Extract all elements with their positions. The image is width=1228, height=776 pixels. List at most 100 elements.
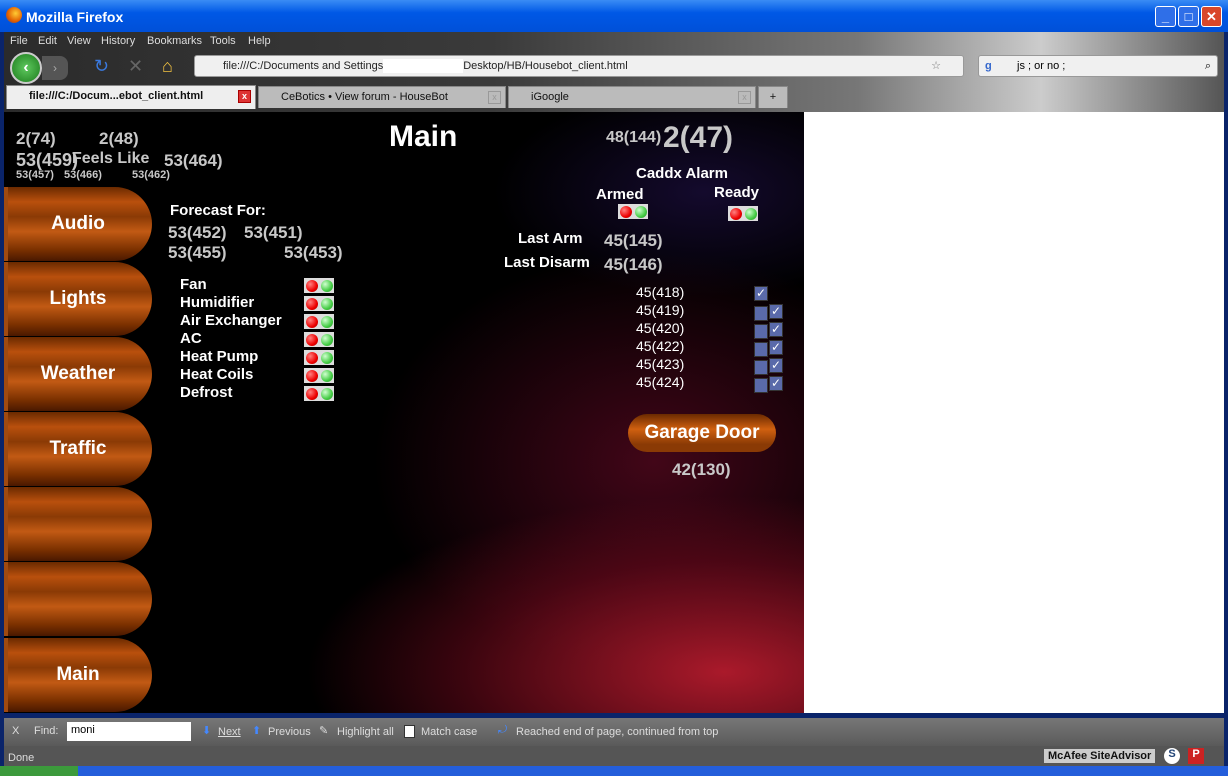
status-text: Done (8, 752, 35, 764)
feels-like-label: Feels Like (72, 150, 150, 167)
url-bar[interactable]: file:///C:/Documents and Settings Desktop… (194, 55, 964, 77)
hvac-label: Heat Coils (180, 366, 254, 383)
reload-icon[interactable]: ↻ (94, 56, 109, 77)
zone-checkbox[interactable]: ✓ (769, 304, 783, 319)
hvac-label: Fan (180, 276, 207, 293)
menu-tools[interactable]: Tools (210, 35, 236, 47)
green-led-icon (320, 279, 333, 292)
weather-value: 53(457) (16, 169, 54, 181)
zone-bypass-checkbox[interactable] (754, 342, 768, 357)
tab-cebotics[interactable]: CeBotics • View forum - HouseBot x (258, 86, 506, 108)
zone-bypass-checkbox[interactable] (754, 360, 768, 375)
garage-door-button[interactable]: Garage Door (628, 414, 776, 452)
red-led-icon (305, 279, 318, 292)
menu-view[interactable]: View (67, 35, 91, 47)
search-icon[interactable]: ⌕ (1205, 56, 1211, 76)
last-arm-label: Last Arm (518, 230, 583, 247)
green-led-icon (320, 387, 333, 400)
hvac-status-indicator (304, 332, 334, 347)
highlight-all-button[interactable]: Highlight all (337, 726, 394, 738)
nav-audio-button[interactable]: Audio (4, 187, 152, 261)
menu-edit[interactable]: Edit (38, 35, 57, 47)
match-case-label: Match case (421, 726, 478, 738)
ready-label: Ready (714, 184, 760, 201)
highlight-icon[interactable]: ✎ (319, 724, 328, 737)
close-tab-icon[interactable]: x (488, 91, 501, 104)
nav-weather-button[interactable]: Weather (4, 337, 152, 411)
find-bar: X Find: moni ⬇ Next ⬆ Previous ✎ Highlig… (4, 718, 1224, 746)
nav-lights-button[interactable]: Lights (4, 262, 152, 336)
zone-checkbox[interactable]: ✓ (769, 376, 783, 391)
armed-label: Armed (596, 186, 644, 203)
stop-icon[interactable]: ✕ (128, 56, 143, 77)
new-tab-button[interactable]: + (758, 86, 788, 108)
siteadvisor-button[interactable]: McAfee SiteAdvisor (1044, 749, 1156, 763)
close-tab-icon[interactable]: x (238, 90, 251, 103)
menu-history[interactable]: History (101, 35, 135, 47)
nav-blank-button[interactable] (4, 487, 152, 561)
hvac-label: Air Exchanger (180, 312, 282, 329)
menu-file[interactable]: File (10, 35, 28, 47)
close-tab-icon[interactable]: x (738, 91, 751, 104)
window-title: Mozilla Firefox (26, 9, 124, 25)
start-button[interactable] (0, 766, 78, 776)
previous-arrow-icon[interactable]: ⬆ (252, 724, 261, 737)
maximize-button[interactable]: □ (1178, 6, 1199, 27)
menu-bookmarks[interactable]: Bookmarks (147, 35, 202, 47)
green-led-icon (320, 333, 333, 346)
find-close-button[interactable]: X (12, 725, 19, 737)
weather-value: 53(462) (132, 169, 170, 181)
minimize-button[interactable]: _ (1155, 6, 1176, 27)
match-case-checkbox[interactable] (404, 725, 415, 738)
nav-main-button[interactable]: Main (4, 638, 152, 712)
green-led-icon (320, 351, 333, 364)
green-led-icon (320, 369, 333, 382)
bookmark-star-icon[interactable]: ☆ (931, 56, 941, 76)
tab-housebot-client[interactable]: file:///C:/Docum...ebot_client.html x (6, 85, 256, 109)
zone-checkbox[interactable]: ✓ (769, 340, 783, 355)
forecast-value: 53(453) (284, 243, 343, 262)
find-label: Find: (34, 725, 59, 737)
garage-door-status: 42(130) (672, 460, 731, 479)
nav-traffic-button[interactable]: Traffic (4, 412, 152, 486)
menu-help[interactable]: Help (248, 35, 271, 47)
weather-value: 53(466) (64, 169, 102, 181)
page-title: Main (389, 120, 458, 153)
home-icon[interactable]: ⌂ (162, 56, 173, 77)
google-icon[interactable]: g (985, 56, 992, 76)
zone-checkbox[interactable]: ✓ (769, 358, 783, 373)
firefox-icon (6, 7, 22, 23)
hvac-status-indicator (304, 278, 334, 293)
back-button[interactable]: ‹ (10, 52, 42, 84)
find-input[interactable]: moni (67, 722, 191, 741)
close-button[interactable]: ✕ (1201, 6, 1222, 27)
red-led-icon (305, 297, 318, 310)
find-next-button[interactable]: Next (218, 726, 241, 738)
last-disarm-label: Last Disarm (504, 254, 590, 271)
red-led-icon (305, 315, 318, 328)
hvac-status-indicator (304, 296, 334, 311)
zone-bypass-checkbox[interactable] (754, 306, 768, 321)
zone-checkbox[interactable]: ✓ (769, 322, 783, 337)
hvac-label: AC (180, 330, 202, 347)
zone-bypass-checkbox[interactable] (754, 324, 768, 339)
last-arm-value: 45(145) (604, 231, 663, 250)
browser-chrome: File Edit View History Bookmarks Tools H… (4, 32, 1224, 112)
search-input[interactable]: js ; or no ; g ⌕ (978, 55, 1218, 77)
addon-p-icon[interactable]: P (1188, 748, 1204, 764)
tab-igoogle[interactable]: iGoogle x (508, 86, 756, 108)
find-previous-button[interactable]: Previous (268, 726, 311, 738)
zone-label: 45(419) (636, 302, 685, 318)
hvac-status-indicator (304, 350, 334, 365)
last-disarm-value: 45(146) (604, 255, 663, 274)
nav-blank-button[interactable] (4, 562, 152, 636)
ready-indicator (728, 206, 758, 221)
alarm-title: Caddx Alarm (636, 165, 728, 182)
zone-bypass-checkbox[interactable] (754, 378, 768, 393)
next-arrow-icon[interactable]: ⬇ (202, 724, 211, 737)
housebot-page: Audio Lights Weather Traffic Main Main 2… (4, 112, 804, 713)
zone-label: 45(424) (636, 374, 685, 390)
skype-icon[interactable]: S (1164, 748, 1180, 764)
forward-button[interactable]: › (42, 56, 68, 80)
zone-checkbox[interactable]: ✓ (754, 286, 768, 301)
